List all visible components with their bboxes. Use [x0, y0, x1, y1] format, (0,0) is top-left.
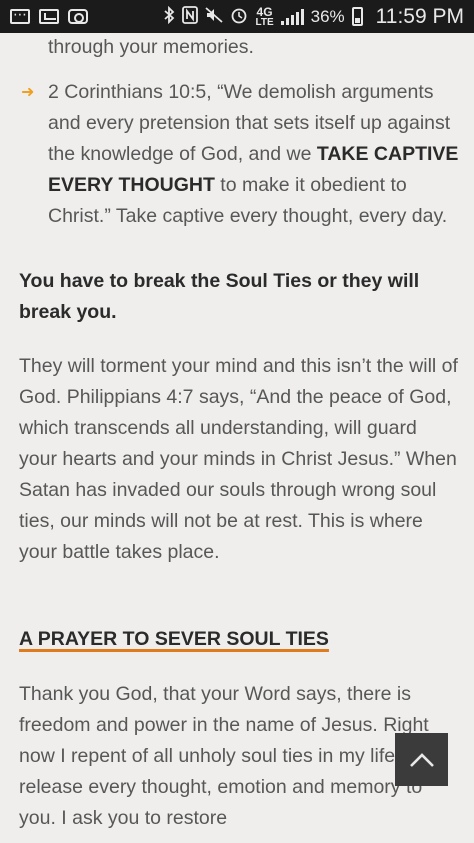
arrow-right-icon: ➜: [21, 84, 35, 101]
alarm-icon: [230, 6, 248, 28]
body-paragraph: They will torment your mind and this isn…: [19, 355, 458, 563]
previous-bullet-fragment: through your memories.: [48, 36, 254, 58]
article-content[interactable]: through your memories. ➜ 2 Corinthians 1…: [0, 33, 474, 843]
chat-icon: [10, 6, 30, 24]
scroll-to-top-button[interactable]: [395, 733, 448, 786]
system-icons: 4G LTE 36% 11:59 PM: [163, 5, 464, 29]
battery-icon: [351, 7, 363, 26]
network-icon: 4G LTE: [255, 4, 274, 28]
status-bar: 4G LTE 36% 11:59 PM: [0, 0, 474, 33]
notification-icons: [10, 6, 88, 24]
battery-percent: 36%: [310, 6, 345, 26]
gallery-icon: [39, 9, 59, 24]
instagram-icon: [68, 9, 88, 24]
nfc-icon: [182, 5, 199, 28]
clock: 11:59 PM: [375, 4, 464, 28]
bullet-item: 2 Corinthians 10:5, “We demolish argumen…: [48, 81, 459, 227]
bluetooth-icon: [163, 5, 175, 28]
section-heading: You have to break the Soul Ties or they …: [19, 270, 420, 323]
signal-icon: [280, 8, 304, 25]
mute-icon: [205, 6, 224, 28]
chevron-up-icon: [409, 752, 434, 767]
prayer-heading: A PRAYER TO SEVER SOUL TIES: [19, 628, 329, 650]
prayer-paragraph: Thank you God, that your Word says, ther…: [19, 683, 429, 829]
